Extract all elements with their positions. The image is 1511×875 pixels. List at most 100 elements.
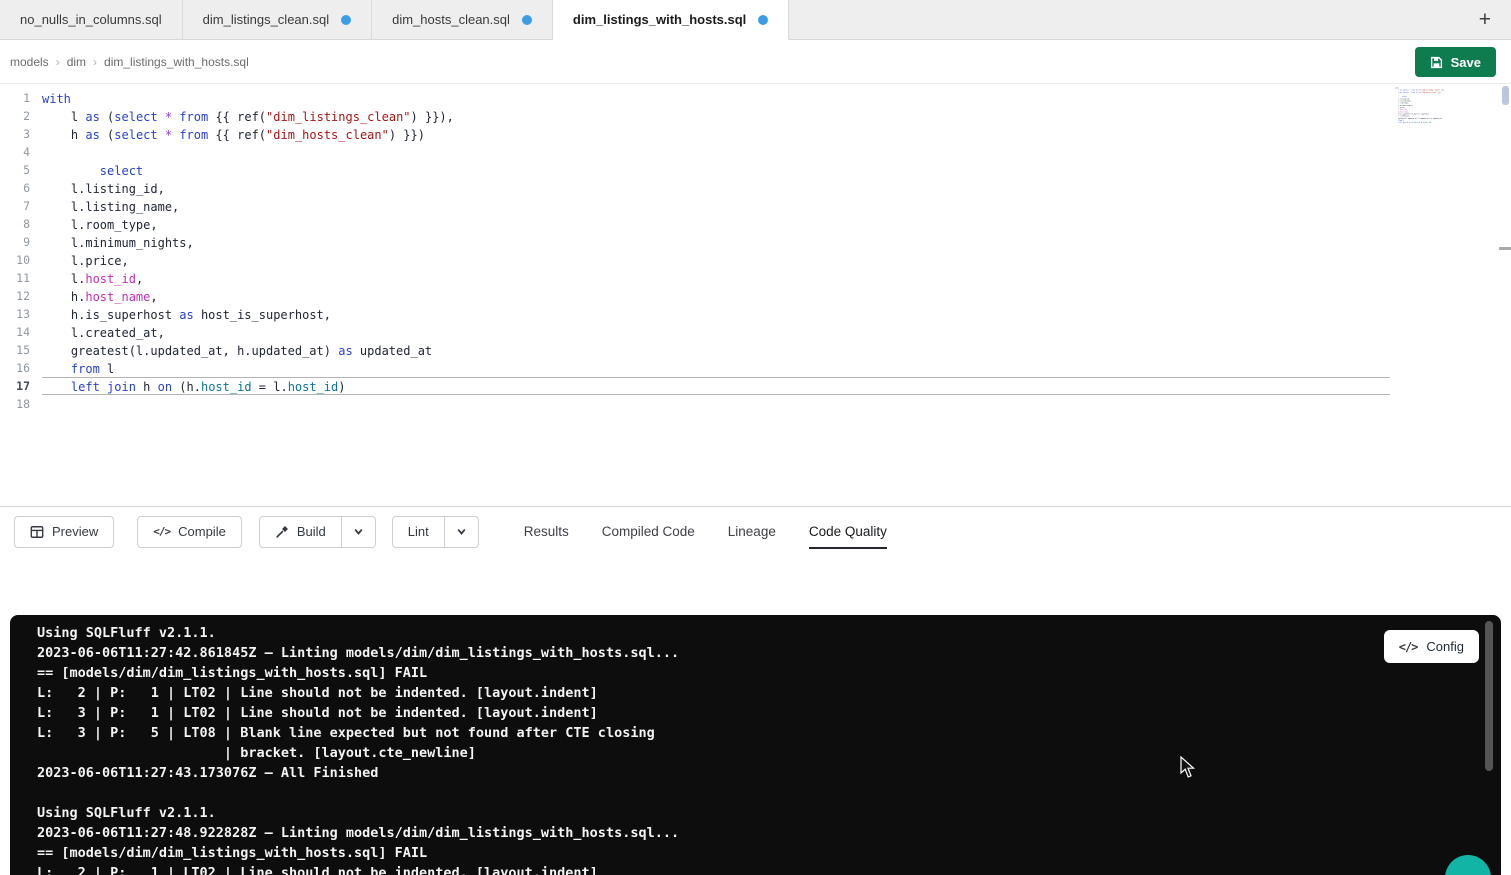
unsaved-changes-dot-icon: [758, 15, 768, 25]
code-line-17[interactable]: 17 left join h on (h.host_id = l.host_id…: [0, 377, 1511, 395]
preview-grid-icon: [30, 525, 44, 539]
unsaved-changes-dot-icon: [522, 15, 532, 25]
terminal-line: L: 3 | P: 1 | LT02 | Line should not be …: [37, 703, 1501, 723]
tab-label: dim_hosts_clean.sql: [392, 12, 510, 27]
code-line-5[interactable]: 5 select: [0, 161, 1511, 179]
code-line-12[interactable]: 12 h.host_name,: [0, 287, 1511, 305]
editor-tab-dim-hosts-clean-sql[interactable]: dim_hosts_clean.sql: [372, 0, 553, 39]
code-line-14[interactable]: 14 l.created_at,: [0, 323, 1511, 341]
line-number: 3: [0, 125, 30, 143]
code-text: select: [42, 161, 1390, 179]
code-text: l.price,: [42, 251, 1390, 269]
tab-label: no_nulls_in_columns.sql: [20, 12, 162, 27]
code-line-8[interactable]: 8 l.room_type,: [0, 215, 1511, 233]
breadcrumb-segment[interactable]: dim_listings_with_hosts.sql: [104, 55, 249, 69]
terminal-scrollbar[interactable]: [1485, 619, 1493, 875]
code-text: [42, 143, 1390, 161]
dbt-ide-app: no_nulls_in_columns.sql dim_listings_clea…: [0, 0, 1511, 875]
editor-tab-dim-listings-clean-sql[interactable]: dim_listings_clean.sql: [183, 0, 372, 39]
code-line-15[interactable]: 15 greatest(l.updated_at, h.updated_at) …: [0, 341, 1511, 359]
lint-label: Lint: [408, 524, 429, 539]
terminal-panel[interactable]: Using SQLFluff v2.1.1.2023-06-06T11:27:4…: [10, 615, 1501, 875]
code-area[interactable]: 1 with2 l as (select * from {{ ref("dim_l…: [0, 84, 1511, 413]
terminal-line: L: 3 | P: 5 | LT08 | Blank line expected…: [37, 723, 1501, 743]
result-tab-compiled-code[interactable]: Compiled Code: [602, 518, 695, 545]
code-line-7[interactable]: 7 l.listing_name,: [0, 197, 1511, 215]
code-line-4[interactable]: 4: [0, 143, 1511, 161]
code-line-18[interactable]: 18: [0, 395, 1511, 413]
build-hammer-icon: [275, 525, 289, 539]
save-button[interactable]: Save: [1415, 47, 1496, 77]
build-dropdown-button[interactable]: [342, 516, 376, 548]
editor-scrollbar-thumb[interactable]: [1502, 86, 1509, 105]
line-number: 12: [0, 287, 30, 305]
line-number: 9: [0, 233, 30, 251]
code-editor[interactable]: 1 with2 l as (select * from {{ ref("dim_l…: [0, 84, 1511, 506]
tab-label: dim_listings_with_hosts.sql: [573, 12, 746, 27]
code-text: h.host_name,: [42, 287, 1390, 305]
code-text: left join h on (h.host_id = l.host_id): [42, 377, 1390, 395]
code-text: l.room_type,: [42, 215, 1390, 233]
code-text: with: [42, 89, 1390, 107]
code-text: h.is_superhost as host_is_superhost,: [42, 305, 1390, 323]
line-number: 11: [0, 269, 30, 287]
breadcrumb-bar: models›dim›dim_listings_with_hosts.sql S…: [0, 40, 1511, 84]
terminal-line: 2023-06-06T11:27:43.173076Z — All Finish…: [37, 763, 1501, 783]
line-number: 14: [0, 323, 30, 341]
editor-scrollbar[interactable]: [1499, 84, 1511, 506]
line-number: 17: [0, 377, 30, 395]
result-tabs: Results Compiled Code Lineage Code Quality: [524, 518, 887, 545]
chevron-down-icon: [353, 526, 364, 537]
code-text: l.created_at,: [42, 323, 1390, 341]
compile-button[interactable]: </> Compile: [137, 516, 242, 548]
code-text: l.listing_id,: [42, 179, 1390, 197]
lint-button[interactable]: Lint: [392, 516, 445, 548]
result-tab-lineage[interactable]: Lineage: [728, 518, 776, 545]
terminal-line: Using SQLFluff v2.1.1.: [37, 803, 1501, 823]
code-text: l.minimum_nights,: [42, 233, 1390, 251]
code-line-11[interactable]: 11 l.host_id,: [0, 269, 1511, 287]
terminal-line: | bracket. [layout.cte_newline]: [37, 743, 1501, 763]
minimap[interactable]: with l as (select * from {{ ref("dim_lis…: [1395, 87, 1453, 129]
code-line-3[interactable]: 3 h as (select * from {{ ref("dim_hosts_…: [0, 125, 1511, 143]
unsaved-changes-dot-icon: [341, 15, 351, 25]
save-label: Save: [1451, 55, 1481, 70]
config-button[interactable]: </> Config: [1384, 630, 1479, 663]
code-text: l as (select * from {{ ref("dim_listings…: [42, 107, 1390, 125]
line-number: 18: [0, 395, 30, 413]
line-number: 10: [0, 251, 30, 269]
terminal-scrollbar-thumb[interactable]: [1485, 621, 1493, 771]
result-tab-code-quality[interactable]: Code Quality: [809, 518, 887, 545]
terminal-line: 2023-06-06T11:27:48.922828Z — Linting mo…: [37, 823, 1501, 843]
editor-tab-no-nulls-in-columns-sql[interactable]: no_nulls_in_columns.sql: [0, 0, 183, 39]
terminal-line: L: 2 | P: 1 | LT02 | Line should not be …: [37, 863, 1501, 875]
save-icon: [1430, 56, 1443, 69]
lint-dropdown-button[interactable]: [445, 516, 479, 548]
breadcrumb-segment[interactable]: dim: [67, 55, 86, 69]
code-text: l.listing_name,: [42, 197, 1390, 215]
terminal-line: L: 2 | P: 1 | LT02 | Line should not be …: [37, 683, 1501, 703]
build-button[interactable]: Build: [259, 516, 342, 548]
preview-button[interactable]: Preview: [14, 516, 114, 548]
breadcrumb-segment[interactable]: models: [10, 55, 49, 69]
code-line-9[interactable]: 9 l.minimum_nights,: [0, 233, 1511, 251]
line-number: 1: [0, 89, 30, 107]
action-bar: Preview </> Compile Build Lint: [0, 506, 1511, 556]
result-tab-results[interactable]: Results: [524, 518, 569, 545]
tab-bar: no_nulls_in_columns.sql dim_listings_clea…: [0, 0, 1511, 40]
code-line-1[interactable]: 1 with: [0, 89, 1511, 107]
code-line-16[interactable]: 16 from l: [0, 359, 1511, 377]
code-text: l.host_id,: [42, 269, 1390, 287]
code-line-6[interactable]: 6 l.listing_id,: [0, 179, 1511, 197]
line-number: 13: [0, 305, 30, 323]
code-line-13[interactable]: 13 h.is_superhost as host_is_superhost,: [0, 305, 1511, 323]
lint-split-button: Lint: [392, 516, 479, 548]
editor-tab-dim-listings-with-hosts-sql[interactable]: dim_listings_with_hosts.sql: [553, 0, 789, 40]
code-line-2[interactable]: 2 l as (select * from {{ ref("dim_listin…: [0, 107, 1511, 125]
line-number: 8: [0, 215, 30, 233]
code-line-10[interactable]: 10 l.price,: [0, 251, 1511, 269]
new-tab-button[interactable]: +: [1471, 7, 1499, 32]
code-brackets-icon: </>: [1399, 640, 1418, 654]
line-number: 15: [0, 341, 30, 359]
code-brackets-icon: </>: [153, 525, 170, 538]
